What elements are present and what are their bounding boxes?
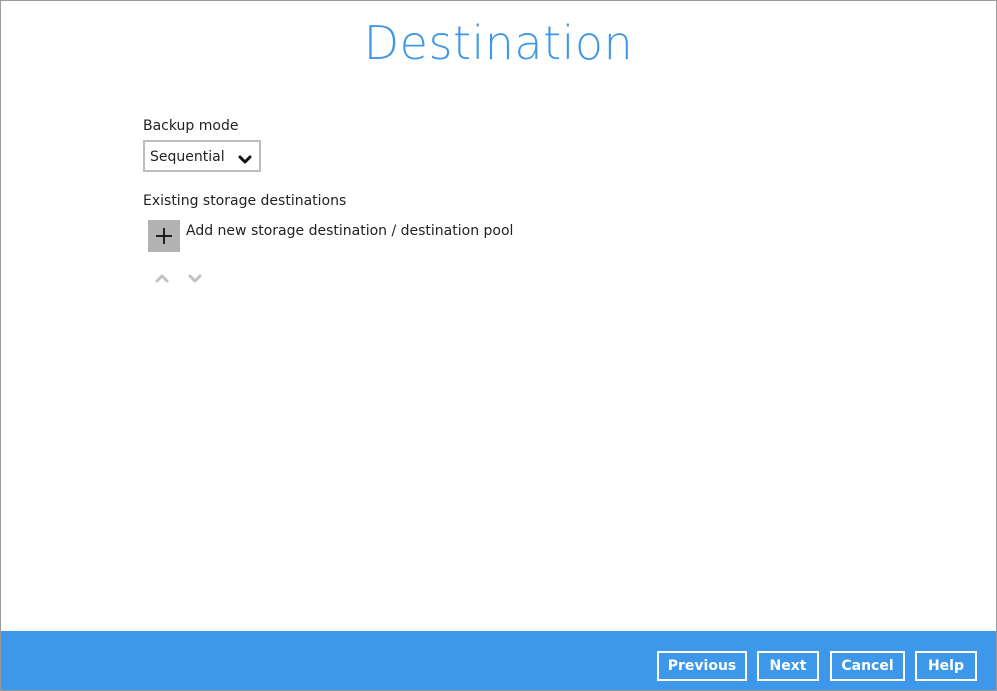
chevron-down-icon: [238, 151, 252, 164]
add-destination-button[interactable]: [148, 220, 180, 252]
chevron-up-icon: [155, 274, 169, 283]
backup-mode-select[interactable]: Sequential: [143, 140, 261, 172]
cancel-button[interactable]: Cancel: [830, 651, 905, 681]
help-button[interactable]: Help: [915, 651, 977, 681]
previous-button[interactable]: Previous: [657, 651, 747, 681]
plus-icon: [156, 228, 172, 244]
move-up-button[interactable]: [154, 269, 170, 283]
backup-mode-value: Sequential: [150, 149, 225, 165]
wizard-footer: Previous Next Cancel Help: [1, 631, 996, 690]
move-down-button[interactable]: [187, 269, 203, 283]
page-title: Destination: [363, 16, 634, 70]
chevron-down-icon: [188, 274, 202, 283]
backup-mode-label: Backup mode: [143, 118, 239, 134]
next-button[interactable]: Next: [757, 651, 819, 681]
add-destination-label: Add new storage destination / destinatio…: [186, 223, 514, 239]
destination-window: Destination Backup mode Sequential Exist…: [0, 0, 997, 691]
existing-destinations-label: Existing storage destinations: [143, 193, 347, 209]
